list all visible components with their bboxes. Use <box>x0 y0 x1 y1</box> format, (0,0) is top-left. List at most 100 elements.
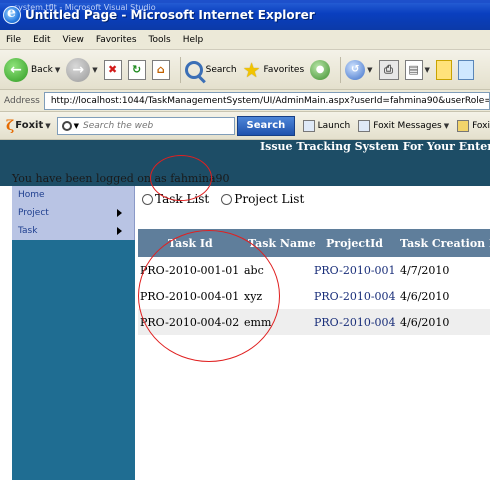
back-label: Back <box>31 64 53 75</box>
project-id-cell: PRO-2010-001 <box>314 263 396 277</box>
menu-help[interactable]: Help <box>177 35 210 45</box>
task-id-cell: PRO-2010-004-01 <box>140 289 240 303</box>
sidebar-item-task[interactable]: Task <box>12 222 134 240</box>
foxit-brand: Foxit <box>15 120 44 131</box>
launch-button[interactable]: Launch <box>302 119 351 132</box>
search-engine-dropdown-icon[interactable]: ▼ <box>74 122 79 130</box>
back-arrow-icon: ← <box>4 57 28 82</box>
sidebar-item-label: Task <box>18 226 38 236</box>
left-margin <box>0 186 12 480</box>
background-window-title: …system.tflt - Microsoft Visual Studio <box>6 3 156 12</box>
column-header-task-name: Task Name <box>248 236 316 250</box>
task-name-cell: xyz <box>244 289 263 303</box>
task-list-radio[interactable]: Task List <box>142 192 209 206</box>
back-dropdown-icon: ▼ <box>54 65 61 74</box>
foxit-logo[interactable]: ζ Foxit ▼ <box>6 118 51 134</box>
sidebar-item-project[interactable]: Project <box>12 204 134 222</box>
messages-icon <box>358 119 371 132</box>
refresh-button[interactable]: ↻ <box>127 59 146 80</box>
search-button[interactable]: Search <box>184 60 237 79</box>
launch-label: Launch <box>317 120 351 131</box>
edit-button[interactable]: ▤ ▼ <box>404 59 430 80</box>
project-list-radio[interactable]: Project List <box>221 192 304 206</box>
ie-logo-icon <box>3 5 21 24</box>
notes-button[interactable] <box>435 59 452 80</box>
stop-icon: ✖ <box>103 59 122 80</box>
toolbar-separator <box>340 56 342 83</box>
table-row[interactable]: PRO-2010-001-01 abc PRO-2010-001 4/7/201… <box>138 257 490 283</box>
media-button[interactable]: ● <box>310 59 331 80</box>
submenu-arrow-icon <box>117 209 122 217</box>
header-banner: Issue Tracking System For Your Enterpris… <box>0 140 490 186</box>
foxit-messages-label: Foxit Messages <box>373 120 442 131</box>
print-button[interactable]: ⎙ <box>378 59 399 80</box>
favorites-label: Favorites <box>263 64 305 75</box>
sidebar: Home Project Task <box>12 186 135 480</box>
notes-icon <box>435 59 452 80</box>
radio-circle-icon <box>221 193 233 205</box>
search-icon <box>184 60 203 79</box>
menu-favorites[interactable]: Favorites <box>90 35 143 45</box>
task-creation-date-cell: 4/6/2010 <box>400 315 450 329</box>
task-list-label: Task List <box>155 192 210 206</box>
forward-button[interactable]: → ▼ <box>66 57 98 82</box>
history-dropdown-icon: ▼ <box>367 65 373 74</box>
table-row[interactable]: PRO-2010-004-01 xyz PRO-2010-004 4/6/201… <box>138 283 490 309</box>
background-window-strip: …system.tflt - Microsoft Visual Studio <box>0 0 490 12</box>
logged-in-username: fahmina90 <box>170 172 230 185</box>
launch-icon <box>302 119 315 132</box>
address-url: http://localhost:1044/TaskManagementSyst… <box>50 95 490 106</box>
title-bar: …system.tflt - Microsoft Visual Studio U… <box>0 0 490 30</box>
foxit-toolbar: ζ Foxit ▼ ▼ Search Launch Foxit Messages… <box>0 112 490 140</box>
home-button[interactable]: ⌂ <box>151 59 170 80</box>
grid-header-row: Task Id Task Name ProjectId Task Creatio… <box>138 229 490 257</box>
sidebar-item-home[interactable]: Home <box>12 186 134 204</box>
table-row[interactable]: PRO-2010-004-02 emm PRO-2010-004 4/6/201… <box>138 309 490 335</box>
stop-button[interactable]: ✖ <box>103 59 122 80</box>
edit-page-icon: ▤ <box>404 59 423 80</box>
ie-window: …system.tflt - Microsoft Visual Studio U… <box>0 0 490 480</box>
address-label: Address <box>4 95 40 106</box>
list-type-radio-group: Task List Project List <box>142 192 316 206</box>
messenger-icon <box>457 59 474 80</box>
favorites-star-icon: ★ <box>242 57 261 82</box>
search-icon <box>61 120 72 131</box>
search-label: Search <box>205 64 237 75</box>
menu-edit[interactable]: Edit <box>27 35 56 45</box>
task-grid: Task Id Task Name ProjectId Task Creatio… <box>138 229 490 335</box>
forward-arrow-icon: → <box>66 57 91 82</box>
edit-dropdown-icon: ▼ <box>424 65 430 74</box>
foxit-more-button[interactable]: Foxi <box>457 119 490 132</box>
task-creation-date-cell: 4/6/2010 <box>400 289 450 303</box>
column-header-project-id: ProjectId <box>326 236 383 250</box>
task-creation-date-cell: 4/7/2010 <box>400 263 450 277</box>
web-search-input[interactable] <box>83 120 224 131</box>
web-search-button[interactable]: Search <box>237 115 295 136</box>
menu-view[interactable]: View <box>57 35 90 45</box>
web-search-box: ▼ <box>56 116 236 135</box>
history-button[interactable]: ↺ ▼ <box>345 59 373 80</box>
column-header-task-id: Task Id <box>168 236 213 250</box>
refresh-icon: ↻ <box>127 59 146 80</box>
page-content: Issue Tracking System For Your Enterpris… <box>0 140 490 480</box>
column-header-task-creation-date: Task Creation D <box>400 236 490 250</box>
menu-file[interactable]: File <box>0 35 27 45</box>
favorites-button[interactable]: ★ Favorites <box>243 60 305 80</box>
media-icon: ● <box>310 59 331 80</box>
messages-dropdown-icon: ▼ <box>443 121 450 130</box>
back-button[interactable]: ← Back ▼ <box>0 57 61 82</box>
project-list-label: Project List <box>234 192 305 206</box>
task-name-cell: emm <box>244 315 272 329</box>
radio-circle-icon <box>142 193 153 205</box>
forward-dropdown-icon: ▼ <box>92 65 98 74</box>
submenu-arrow-icon <box>117 227 122 235</box>
menu-tools[interactable]: Tools <box>143 35 177 45</box>
task-name-cell: abc <box>244 263 264 277</box>
messenger-button[interactable] <box>457 59 474 80</box>
foxit-more-label: Foxi <box>472 120 490 131</box>
task-id-cell: PRO-2010-001-01 <box>140 263 240 277</box>
address-field[interactable]: http://localhost:1044/TaskManagementSyst… <box>43 91 490 110</box>
toolbar-separator <box>179 56 181 83</box>
address-bar: Address http://localhost:1044/TaskManage… <box>0 90 490 112</box>
foxit-messages-button[interactable]: Foxit Messages ▼ <box>358 119 450 132</box>
